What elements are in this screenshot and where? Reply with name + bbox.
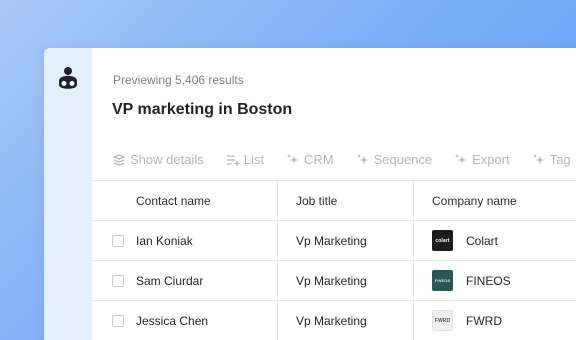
sequence-button[interactable]: Sequence [356, 152, 433, 167]
contact-cell: Ian Koniak [92, 221, 278, 260]
tag-button[interactable]: Tag [532, 152, 571, 167]
job-title-cell: Vp Marketing [278, 221, 414, 260]
show-details-button[interactable]: Show details [112, 152, 204, 167]
sequence-sparkle-icon [356, 153, 368, 164]
toolbar: Show details List CRM Sequence Export Ta… [112, 152, 576, 167]
column-header-contact[interactable]: Contact name [92, 181, 278, 220]
main-panel: Previewing 5,406 results VP marketing in… [92, 48, 576, 340]
crm-label: CRM [303, 152, 334, 167]
contact-name[interactable]: Jessica Chen [136, 314, 208, 328]
contact-name[interactable]: Ian Koniak [136, 234, 193, 248]
table-row[interactable]: Ian Koniak Vp Marketing colart Colart [92, 221, 576, 261]
column-header-job-title[interactable]: Job title [278, 181, 414, 220]
company-logo: FWRD [432, 310, 453, 331]
crm-button[interactable]: CRM [286, 152, 334, 167]
contact-name[interactable]: Sam Ciurdar [136, 274, 203, 288]
app-window: Previewing 5,406 results VP marketing in… [44, 48, 576, 340]
crm-sparkle-icon [286, 153, 298, 164]
show-details-icon [112, 153, 126, 166]
sidebar [44, 48, 92, 340]
results-table: Contact name Job title Company name Ian … [92, 180, 576, 340]
app-logo-icon[interactable] [56, 66, 80, 92]
list-button[interactable]: List [226, 152, 264, 167]
show-details-label: Show details [130, 152, 204, 167]
table-header-row: Contact name Job title Company name [92, 181, 576, 221]
sequence-label: Sequence [373, 152, 433, 167]
company-cell: colart Colart [414, 221, 576, 260]
results-count: Previewing 5,406 results [113, 73, 244, 87]
row-checkbox[interactable] [112, 314, 124, 327]
company-logo: FINEOS [432, 270, 453, 291]
column-header-company[interactable]: Company name [414, 181, 576, 220]
export-label: Export [472, 152, 510, 167]
list-label: List [243, 152, 264, 167]
company-cell: FWRD FWRD [414, 301, 576, 340]
tag-sparkle-icon [532, 153, 544, 164]
company-logo: colart [432, 230, 453, 251]
table-row[interactable]: Sam Ciurdar Vp Marketing FINEOS FINEOS [92, 261, 576, 301]
contact-cell: Sam Ciurdar [92, 261, 278, 300]
company-name[interactable]: FWRD [466, 314, 502, 328]
company-cell: FINEOS FINEOS [414, 261, 576, 300]
list-add-icon [226, 154, 240, 166]
row-checkbox[interactable] [112, 274, 124, 287]
job-title-cell: Vp Marketing [278, 301, 414, 340]
row-checkbox[interactable] [112, 234, 124, 247]
company-name[interactable]: Colart [466, 234, 498, 248]
table-row[interactable]: Jessica Chen Vp Marketing FWRD FWRD [92, 301, 576, 340]
export-sparkle-icon [455, 153, 467, 164]
contact-cell: Jessica Chen [92, 301, 278, 340]
export-button[interactable]: Export [454, 152, 510, 167]
tag-label: Tag [549, 152, 571, 167]
job-title-cell: Vp Marketing [278, 261, 414, 300]
page-title: VP marketing in Boston [112, 101, 293, 118]
company-name[interactable]: FINEOS [466, 274, 511, 288]
